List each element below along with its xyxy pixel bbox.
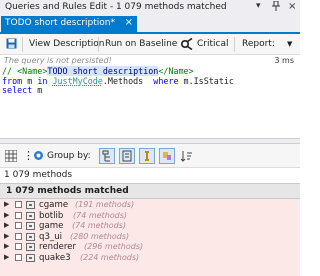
results-list: ▶ cgame (191 methods) ▶ botlib (74 metho… xyxy=(0,199,300,276)
assembly-name: botlib xyxy=(39,210,64,221)
assembly-name: game xyxy=(39,221,64,231)
expand-arrow-icon[interactable]: ▶ xyxy=(4,200,9,208)
result-count-text: 1 079 methods xyxy=(4,170,73,180)
list-item[interactable]: ▶ q3_ui (280 methods) xyxy=(0,232,300,242)
group-by-icon xyxy=(33,150,44,164)
row-checkbox[interactable] xyxy=(15,243,22,250)
method-count: (191 methods) xyxy=(75,200,135,209)
name-close-tag: </Name> xyxy=(158,66,194,76)
method-count: (296 methods) xyxy=(84,242,144,251)
dropdown-icon[interactable]: ▾ xyxy=(256,1,261,11)
toolbar-separator xyxy=(98,37,99,52)
persistence-warning: The query is not persisted! xyxy=(4,56,112,65)
list-item[interactable]: ▶ quake3 (224 methods) xyxy=(0,253,300,263)
editor-line-3: select m xyxy=(2,85,43,96)
results-toolbar: ⋮ Group by: xyxy=(0,144,300,168)
window-titlebar: Queries and Rules Edit - 1 079 methods m… xyxy=(0,0,300,15)
name-open-tag: <Name> xyxy=(17,66,48,76)
expand-arrow-icon[interactable]: ▶ xyxy=(4,253,9,261)
result-count: 1 079 methods xyxy=(0,168,300,183)
report-dropdown[interactable]: Report: xyxy=(242,39,275,49)
select-variable: m xyxy=(32,85,43,95)
assembly-icon xyxy=(26,243,35,251)
list-item[interactable]: ▶ renderer (296 methods) xyxy=(0,242,300,252)
method-count: (280 methods) xyxy=(70,231,130,241)
where-expression: m.IsStatic xyxy=(178,75,234,86)
group-by-namespace-button[interactable] xyxy=(119,148,135,164)
method-count: (74 methods) xyxy=(73,210,128,220)
methods-member: .Methods xyxy=(102,75,154,86)
query-name-text: TODO short description xyxy=(47,66,159,76)
keyword-where: where xyxy=(153,75,179,86)
assembly-name: renderer xyxy=(39,242,76,252)
tree-view-icon[interactable] xyxy=(4,149,18,165)
group-by-type-button[interactable] xyxy=(139,148,155,164)
query-editor[interactable]: // <Name>TODO short description</Name> f… xyxy=(0,66,300,97)
critical-toggle[interactable]: Critical xyxy=(197,39,228,49)
list-item[interactable]: ▶ botlib (74 methods) xyxy=(0,211,300,221)
assembly-icon xyxy=(26,222,35,230)
row-checkbox[interactable] xyxy=(15,222,22,229)
row-checkbox[interactable] xyxy=(15,201,22,208)
range-variable: m xyxy=(22,75,38,86)
view-description-button[interactable]: View Description xyxy=(29,39,104,49)
sort-icon[interactable] xyxy=(180,150,192,165)
assembly-icon xyxy=(26,253,35,262)
critical-icon xyxy=(180,37,193,53)
row-checkbox[interactable] xyxy=(15,253,22,261)
row-checkbox[interactable] xyxy=(15,232,22,240)
comment-prefix: // xyxy=(2,66,18,76)
expand-arrow-icon[interactable]: ▶ xyxy=(4,232,9,240)
assembly-name: cgame xyxy=(39,200,69,210)
close-icon[interactable]: × xyxy=(288,1,296,12)
keyword-select: select xyxy=(2,85,33,95)
window-title: Queries and Rules Edit - 1 079 methods m… xyxy=(5,2,227,12)
group-by-method-button[interactable] xyxy=(159,148,175,164)
save-icon[interactable] xyxy=(6,38,17,52)
execution-duration: 3 ms xyxy=(274,56,294,65)
expand-arrow-icon[interactable]: ▶ xyxy=(4,221,9,229)
tab-close-icon[interactable]: × xyxy=(125,17,133,28)
row-checkbox[interactable] xyxy=(15,211,22,219)
report-dropdown-arrow-icon[interactable]: ▼ xyxy=(287,40,292,48)
tab-query-document[interactable]: TODO short description* × xyxy=(1,16,137,32)
assembly-icon xyxy=(26,211,35,220)
list-item[interactable]: ▶ game (74 methods) xyxy=(0,221,300,231)
keyword-in: in xyxy=(37,75,48,86)
toolbar-separator xyxy=(22,37,23,52)
expand-arrow-icon[interactable]: ▶ xyxy=(4,211,9,219)
assembly-name: q3_ui xyxy=(39,231,63,242)
run-on-baseline-button[interactable]: Run on Baseline xyxy=(105,39,177,49)
results-header[interactable]: 1 079 methods matched xyxy=(0,183,300,199)
tab-strip: TODO short description* × xyxy=(0,15,300,34)
keyword-from: from xyxy=(2,75,23,86)
assembly-icon xyxy=(26,232,35,241)
pin-icon[interactable] xyxy=(272,0,280,14)
group-by-label: Group by: xyxy=(47,151,91,161)
type-justmycode: JustMyCode xyxy=(52,75,103,86)
group-by-assembly-button[interactable] xyxy=(99,148,115,164)
editor-toolbar: View Description Run on Baseline Critica… xyxy=(0,34,300,55)
toolbar-separator xyxy=(234,37,235,52)
assembly-name: quake3 xyxy=(39,252,71,263)
results-header-label: 1 079 methods matched xyxy=(6,186,129,196)
tab-label: TODO short description* xyxy=(5,18,115,28)
method-count: (74 methods) xyxy=(72,221,127,230)
list-item[interactable]: ▶ cgame (191 methods) xyxy=(0,200,300,210)
assembly-icon xyxy=(26,201,35,209)
expand-arrow-icon[interactable]: ▶ xyxy=(4,242,9,250)
method-count: (224 methods) xyxy=(80,252,140,262)
